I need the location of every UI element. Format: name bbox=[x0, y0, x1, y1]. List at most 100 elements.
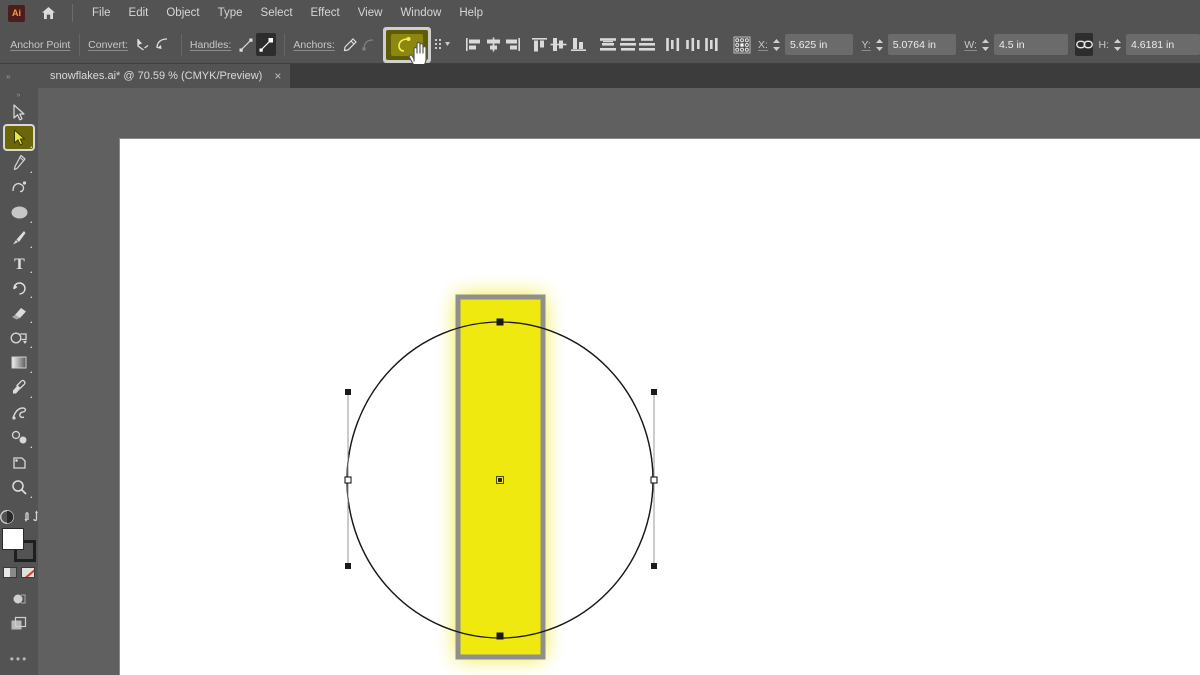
tool-flyout-indicator bbox=[30, 146, 32, 148]
cut-path-at-selected-anchor-points-button[interactable] bbox=[379, 26, 431, 68]
tool-flyout-indicator bbox=[30, 321, 32, 323]
align-vertical-center-icon[interactable] bbox=[549, 33, 569, 56]
align-to-dropdown[interactable] bbox=[432, 33, 456, 56]
puppet-warp-tool[interactable] bbox=[4, 400, 34, 425]
align-right-icon[interactable] bbox=[503, 33, 523, 56]
tools-panel: » T ••• bbox=[0, 88, 38, 675]
context-label: Anchor Point bbox=[10, 38, 71, 51]
close-icon[interactable]: × bbox=[274, 70, 281, 82]
constrain-proportions-icon[interactable] bbox=[1074, 33, 1094, 56]
menu-item-edit[interactable]: Edit bbox=[120, 4, 158, 22]
connect-selected-end-points-icon[interactable] bbox=[359, 33, 379, 56]
screen-mode-icon[interactable] bbox=[4, 611, 34, 636]
menu-item-window[interactable]: Window bbox=[391, 4, 450, 22]
menu-bar: Ai File Edit Object Type Select Effect V… bbox=[0, 0, 1200, 26]
width-field[interactable]: W: bbox=[964, 34, 1068, 55]
remove-selected-anchor-points-icon[interactable] bbox=[340, 33, 360, 56]
gradient-tool[interactable] bbox=[4, 350, 34, 375]
fill-color-swatch[interactable] bbox=[2, 528, 24, 550]
distribute-horizontal-center-icon[interactable] bbox=[683, 33, 703, 56]
tools-panel-grip[interactable]: » bbox=[0, 92, 38, 100]
x-stepper[interactable] bbox=[771, 35, 782, 55]
distribute-top-icon[interactable] bbox=[598, 33, 618, 56]
menu-item-file[interactable]: File bbox=[83, 4, 120, 22]
handle-right-upper[interactable] bbox=[651, 389, 657, 395]
pen-tool[interactable] bbox=[4, 150, 34, 175]
selection-tool[interactable] bbox=[4, 100, 34, 125]
ellipse-tool[interactable] bbox=[4, 200, 34, 225]
handles-label: Handles: bbox=[189, 38, 232, 51]
eraser-tool[interactable] bbox=[4, 300, 34, 325]
distribute-left-icon[interactable] bbox=[664, 33, 684, 56]
y-position-input[interactable] bbox=[887, 34, 956, 55]
change-screen-mode-icon[interactable] bbox=[0, 508, 16, 526]
convert-to-smooth-icon[interactable] bbox=[153, 33, 173, 56]
more-tools-button[interactable]: ••• bbox=[10, 652, 29, 666]
align-horizontal-center-icon[interactable] bbox=[484, 33, 504, 56]
rotate-tool[interactable] bbox=[4, 275, 34, 300]
app-logo-icon: Ai bbox=[8, 4, 25, 22]
distribute-right-icon[interactable] bbox=[703, 33, 723, 56]
blend-tool[interactable] bbox=[4, 425, 34, 450]
x-position-input[interactable] bbox=[784, 34, 853, 55]
height-field[interactable]: H: bbox=[1099, 34, 1200, 55]
hide-handles-icon[interactable] bbox=[255, 33, 276, 56]
align-left-icon[interactable] bbox=[464, 33, 484, 56]
convert-to-corner-icon[interactable] bbox=[133, 33, 153, 56]
height-input[interactable] bbox=[1126, 34, 1200, 55]
distribute-vertical-center-icon[interactable] bbox=[618, 33, 638, 56]
anchor-top[interactable] bbox=[496, 318, 504, 326]
app-logo-text: Ai bbox=[12, 7, 21, 18]
w-stepper[interactable] bbox=[980, 35, 991, 55]
menu-divider bbox=[72, 4, 73, 22]
x-position-field[interactable]: X: bbox=[758, 34, 853, 55]
handle-left-lower[interactable] bbox=[345, 563, 351, 569]
home-icon[interactable] bbox=[38, 3, 58, 23]
direct-selection-tool[interactable] bbox=[3, 124, 35, 151]
eyedropper-tool[interactable] bbox=[4, 375, 34, 400]
tool-flyout-indicator bbox=[30, 346, 32, 348]
anchor-left[interactable] bbox=[344, 476, 352, 484]
artboard-tool[interactable] bbox=[4, 450, 34, 475]
anchor-bottom[interactable] bbox=[496, 632, 504, 640]
color-mode-row bbox=[3, 567, 35, 578]
zoom-tool[interactable] bbox=[4, 475, 34, 500]
paintbrush-tool[interactable] bbox=[4, 225, 34, 250]
menu-item-view[interactable]: View bbox=[349, 4, 392, 22]
curvature-tool[interactable] bbox=[4, 175, 34, 200]
reference-point-selector[interactable] bbox=[733, 33, 752, 56]
canvas-area[interactable] bbox=[38, 88, 1200, 675]
shape-builder-tool[interactable] bbox=[4, 325, 34, 350]
none-swatch-icon[interactable] bbox=[21, 567, 35, 578]
fill-stroke-swatches[interactable] bbox=[2, 528, 36, 562]
color-swatch-icon[interactable] bbox=[3, 567, 17, 578]
y-stepper[interactable] bbox=[874, 35, 885, 55]
type-tool[interactable]: T bbox=[4, 250, 34, 275]
tool-flyout-indicator bbox=[30, 221, 32, 223]
menu-item-effect[interactable]: Effect bbox=[302, 4, 349, 22]
menu-item-help[interactable]: Help bbox=[450, 4, 492, 22]
h-label: H: bbox=[1098, 38, 1110, 51]
y-label: Y: bbox=[861, 38, 871, 51]
menu-item-select[interactable]: Select bbox=[252, 4, 302, 22]
handle-left-upper[interactable] bbox=[345, 389, 351, 395]
align-bottom-icon[interactable] bbox=[569, 33, 589, 56]
anchor-right[interactable] bbox=[650, 476, 658, 484]
menu-item-type[interactable]: Type bbox=[209, 4, 252, 22]
svg-text:T: T bbox=[14, 256, 25, 271]
distribute-bottom-icon[interactable] bbox=[637, 33, 657, 56]
align-top-icon[interactable] bbox=[529, 33, 549, 56]
menu-item-object[interactable]: Object bbox=[157, 4, 208, 22]
document-tab[interactable]: snowflakes.ai* @ 70.59 % (CMYK/Preview) … bbox=[38, 64, 292, 88]
handle-right-lower[interactable] bbox=[651, 563, 657, 569]
illustrator-window: Ai File Edit Object Type Select Effect V… bbox=[0, 0, 1200, 675]
control-divider-3 bbox=[284, 33, 285, 56]
drawing-mode-icon[interactable] bbox=[4, 586, 34, 611]
tool-flyout-indicator bbox=[30, 446, 32, 448]
w-label: W: bbox=[964, 38, 977, 51]
dock-handle[interactable]: » bbox=[0, 64, 38, 88]
show-handles-icon[interactable] bbox=[236, 33, 256, 56]
y-position-field[interactable]: Y: bbox=[861, 34, 956, 55]
h-stepper[interactable] bbox=[1112, 35, 1123, 55]
width-input[interactable] bbox=[993, 34, 1068, 55]
